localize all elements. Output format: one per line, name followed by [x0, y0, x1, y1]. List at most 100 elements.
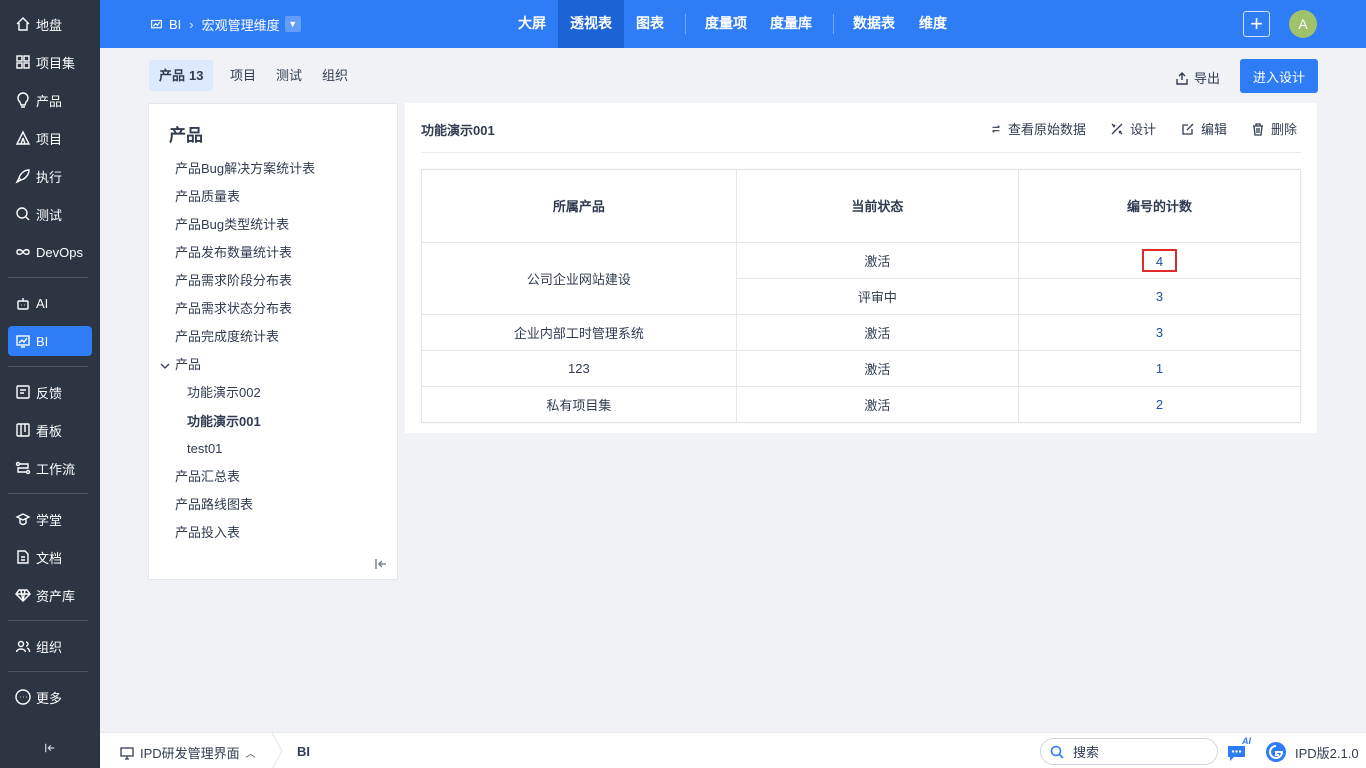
- panel-title: 产品: [169, 126, 203, 145]
- sidebar-divider: [8, 671, 88, 672]
- breadcrumb-module[interactable]: BI: [169, 17, 181, 32]
- brand-logo-icon: [1266, 742, 1286, 762]
- column-header-product[interactable]: 所属产品: [422, 170, 737, 243]
- cell-count[interactable]: 4: [1018, 242, 1300, 279]
- tab-product[interactable]: 产品 13: [149, 60, 214, 91]
- nav-data-table[interactable]: 数据表: [844, 0, 904, 48]
- feedback-icon: [15, 384, 31, 400]
- tree-child-item[interactable]: 功能演示002: [187, 383, 261, 403]
- breadcrumb-dimension[interactable]: 宏观管理维度: [202, 15, 280, 34]
- sidebar-item-test[interactable]: 测试: [8, 199, 92, 229]
- sidebar-item-label: 学堂: [36, 512, 63, 528]
- workspace-switcher[interactable]: IPD研发管理界面 ︿: [120, 743, 256, 762]
- cell-product: 公司企业网站建设: [422, 242, 737, 315]
- cell-count[interactable]: 2: [1019, 386, 1300, 422]
- edit-button[interactable]: 编辑: [1181, 119, 1227, 138]
- sidebar-item-execution[interactable]: 执行: [8, 161, 92, 191]
- delete-button[interactable]: 删除: [1251, 119, 1297, 138]
- sidebar-item-workflow[interactable]: 工作流: [8, 453, 92, 483]
- trash-icon: [1253, 122, 1263, 136]
- enter-design-button[interactable]: 进入设计: [1240, 59, 1318, 93]
- chevron-down-icon[interactable]: [159, 360, 171, 372]
- users-icon: [15, 638, 31, 654]
- tree-item[interactable]: 产品需求状态分布表: [175, 299, 292, 319]
- view-raw-data-button[interactable]: 查看原始数据: [990, 119, 1086, 138]
- tree-item[interactable]: 产品发布数量统计表: [175, 243, 292, 263]
- sidebar-item-school[interactable]: 学堂: [8, 504, 92, 534]
- nav-metric-lib[interactable]: 度量库: [761, 0, 821, 48]
- sidebar-item-feedback[interactable]: 反馈: [8, 377, 92, 407]
- search-placeholder: 搜索: [1073, 745, 1100, 760]
- breadcrumb: BI › 宏观管理维度 ▼: [150, 14, 301, 34]
- cell-status: 激活: [736, 314, 1020, 351]
- cell-count[interactable]: 3: [1018, 314, 1300, 351]
- nav-dimension[interactable]: 维度: [912, 0, 954, 48]
- column-header-count[interactable]: 编号的计数: [1018, 170, 1300, 243]
- sidebar-item-label: 组织: [36, 639, 63, 655]
- column-header-status[interactable]: 当前状态: [736, 170, 1020, 243]
- bottom-bar: IPD研发管理界面 ︿ BI 搜索 AI IPD版2.1.0: [100, 732, 1366, 768]
- sidebar-item-label: 更多: [36, 690, 63, 706]
- tree-item[interactable]: 产品路线图表: [175, 495, 253, 515]
- search-input[interactable]: 搜索: [1040, 738, 1218, 765]
- sidebar-collapse-icon[interactable]: [41, 739, 59, 757]
- workspace-label: IPD研发管理界面: [140, 746, 240, 761]
- sidebar-item-assets[interactable]: 资产库: [8, 580, 92, 610]
- sidebar-item-kanban[interactable]: 看板: [8, 415, 92, 445]
- sidebar-item-label: 反馈: [36, 385, 63, 401]
- tree-item[interactable]: 产品质量表: [175, 187, 240, 207]
- tab-project[interactable]: 项目: [230, 60, 256, 91]
- cell-status: 激活: [736, 350, 1020, 387]
- cell-count[interactable]: 1: [1018, 350, 1300, 387]
- ai-chat-icon[interactable]: AI: [1225, 736, 1255, 764]
- sidebar-item-bi[interactable]: BI: [8, 326, 92, 356]
- table-row: 123 激活 1: [422, 350, 1300, 387]
- nav-pivot[interactable]: 透视表: [558, 0, 624, 48]
- tree-item[interactable]: 产品需求阶段分布表: [175, 271, 292, 291]
- kanban-icon: [15, 422, 31, 438]
- tree-item[interactable]: 产品完成度统计表: [175, 327, 279, 347]
- tree-child-item[interactable]: test01: [187, 439, 222, 459]
- tab-test[interactable]: 测试: [276, 60, 302, 91]
- tree-item[interactable]: 产品投入表: [175, 523, 240, 543]
- avatar[interactable]: A: [1289, 10, 1317, 38]
- monitor-icon: [120, 746, 134, 760]
- tree-item[interactable]: 产品Bug类型统计表: [175, 215, 289, 235]
- sidebar-item-devops[interactable]: DevOps: [8, 237, 92, 267]
- pivot-panel: 功能演示001 查看原始数据 设计 编辑 删除 所属产品 当前状态 编号的计数: [405, 103, 1317, 433]
- chart-icon: [15, 333, 31, 349]
- design-button[interactable]: 设计: [1110, 119, 1156, 138]
- sidebar-item-dashboard[interactable]: 地盘: [8, 9, 92, 39]
- chart-icon: [150, 18, 163, 31]
- highlighted-count[interactable]: 4: [1142, 248, 1178, 272]
- tree-group-label[interactable]: 产品: [175, 355, 201, 375]
- sidebar-item-more[interactable]: 更多: [8, 682, 92, 712]
- sidebar-item-doc[interactable]: 文档: [8, 542, 92, 572]
- nav-screen[interactable]: 大屏: [506, 0, 558, 48]
- rocket-icon: [15, 168, 31, 184]
- nav-metric[interactable]: 度量项: [696, 0, 756, 48]
- tree-child-item-selected[interactable]: 功能演示001: [187, 412, 261, 432]
- tree-item[interactable]: 产品Bug解决方案统计表: [175, 159, 315, 179]
- sidebar-divider: [8, 366, 88, 367]
- sidebar-item-org[interactable]: 组织: [8, 631, 92, 661]
- sidebar-item-project[interactable]: 项目: [8, 123, 92, 153]
- infinity-icon: [15, 244, 31, 260]
- pivot-table: 所属产品 当前状态 编号的计数 公司企业网站建设 激活 4 评审中 3 企业内部…: [421, 169, 1301, 423]
- chevron-down-icon[interactable]: ▼: [284, 16, 301, 32]
- export-button[interactable]: 导出: [1175, 68, 1220, 87]
- tab-org[interactable]: 组织: [322, 60, 348, 91]
- cell-product: 123: [422, 350, 737, 387]
- nav-chart[interactable]: 图表: [624, 0, 676, 48]
- version-info[interactable]: IPD版2.1.0: [1265, 741, 1359, 763]
- sidebar-item-program[interactable]: 项目集: [8, 47, 92, 77]
- tree-item[interactable]: 产品汇总表: [175, 467, 240, 487]
- add-icon[interactable]: +: [1243, 11, 1270, 37]
- cell-count[interactable]: 3: [1018, 278, 1300, 315]
- sidebar-item-product[interactable]: 产品: [8, 85, 92, 115]
- sidebar-item-ai[interactable]: AI: [8, 288, 92, 318]
- diamond-icon: [15, 587, 31, 603]
- collapse-panel-icon[interactable]: [374, 557, 388, 571]
- table-row: 企业内部工时管理系统 激活 3: [422, 314, 1300, 351]
- cell-product: 企业内部工时管理系统: [422, 314, 737, 351]
